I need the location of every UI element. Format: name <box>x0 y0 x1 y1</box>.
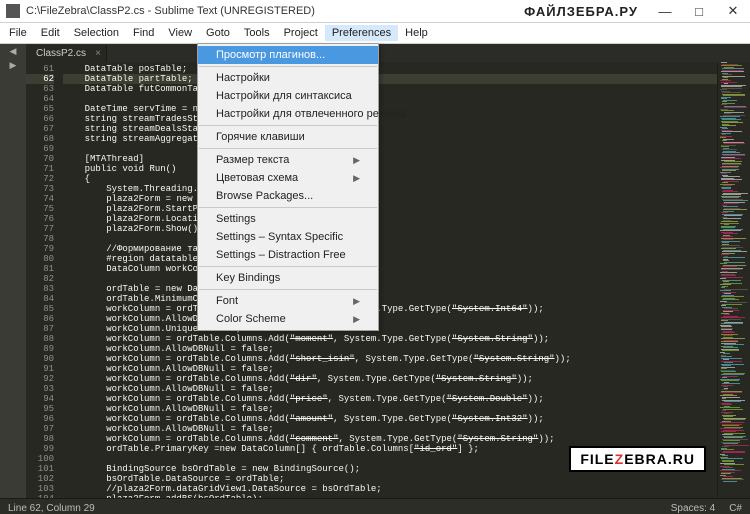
menu-goto[interactable]: Goto <box>199 25 237 41</box>
maximize-button[interactable]: □ <box>682 0 716 22</box>
dropdown-item[interactable]: Размер текста▶ <box>198 151 378 169</box>
dropdown-item[interactable]: Settings <box>198 210 378 228</box>
code-editor[interactable]: DataTable posTable; DataTable partTable;… <box>59 62 717 498</box>
menu-separator <box>199 125 377 126</box>
title-bar: C:\FileZebra\ClassP2.cs - Sublime Text (… <box>0 0 750 23</box>
dropdown-item[interactable]: Color Scheme▶ <box>198 310 378 328</box>
submenu-arrow-icon: ▶ <box>353 314 360 325</box>
window-controls: — □ ✕ <box>648 0 750 22</box>
file-tab[interactable]: ClassP2.cs × <box>26 45 107 62</box>
dropdown-item[interactable]: Просмотр плагинов... <box>198 46 378 64</box>
menu-project[interactable]: Project <box>277 25 325 41</box>
menu-separator <box>199 207 377 208</box>
menu-separator <box>199 66 377 67</box>
dropdown-item[interactable]: Цветовая схема▶ <box>198 169 378 187</box>
side-buttons: ◀ ▶ <box>0 44 26 498</box>
minimap[interactable] <box>717 62 750 498</box>
menu-preferences[interactable]: Preferences <box>325 25 398 41</box>
dropdown-item[interactable]: Font▶ <box>198 292 378 310</box>
menu-bar: FileEditSelectionFindViewGotoToolsProjec… <box>0 23 750 44</box>
dropdown-item[interactable]: Settings – Distraction Free <box>198 246 378 264</box>
dropdown-item[interactable]: Настройки <box>198 69 378 87</box>
indent-setting[interactable]: Spaces: 4 <box>671 503 715 514</box>
menu-file[interactable]: File <box>2 25 34 41</box>
menu-separator <box>199 289 377 290</box>
menu-separator <box>199 148 377 149</box>
menu-view[interactable]: View <box>161 25 199 41</box>
menu-selection[interactable]: Selection <box>67 25 126 41</box>
menu-tools[interactable]: Tools <box>237 25 277 41</box>
app-icon <box>6 4 20 18</box>
dropdown-item[interactable]: Settings – Syntax Specific <box>198 228 378 246</box>
cursor-position[interactable]: Line 62, Column 29 <box>8 503 95 514</box>
menu-find[interactable]: Find <box>126 25 161 41</box>
syntax-setting[interactable]: C# <box>729 503 742 514</box>
status-bar: Line 62, Column 29 Spaces: 4 C# <box>0 498 750 514</box>
submenu-arrow-icon: ▶ <box>353 155 360 166</box>
tab-bar: ClassP2.cs × <box>26 44 750 62</box>
window-title: C:\FileZebra\ClassP2.cs - Sublime Text (… <box>26 5 524 17</box>
dropdown-item[interactable]: Настройки для синтаксиса <box>198 87 378 105</box>
dropdown-item[interactable]: Настройки для отвлеченного режима <box>198 105 378 123</box>
line-number-gutter: 6162636465666768697071727374757677787980… <box>26 62 59 498</box>
dropdown-item[interactable]: Key Bindings <box>198 269 378 287</box>
close-button[interactable]: ✕ <box>716 0 750 22</box>
preferences-dropdown: Просмотр плагинов...НастройкиНастройки д… <box>197 43 379 331</box>
tab-label: ClassP2.cs <box>36 48 86 59</box>
nav-back-icon[interactable]: ◀ <box>0 44 26 58</box>
menu-edit[interactable]: Edit <box>34 25 67 41</box>
submenu-arrow-icon: ▶ <box>353 173 360 184</box>
nav-forward-icon[interactable]: ▶ <box>0 58 26 72</box>
tab-close-icon[interactable]: × <box>95 48 101 59</box>
menu-separator <box>199 266 377 267</box>
menu-help[interactable]: Help <box>398 25 435 41</box>
watermark-logo-top: ФАЙЛЗЕБРА.РУ <box>524 4 638 19</box>
minimize-button[interactable]: — <box>648 0 682 22</box>
submenu-arrow-icon: ▶ <box>353 296 360 307</box>
dropdown-item[interactable]: Browse Packages... <box>198 187 378 205</box>
watermark-logo-bottom: FILEZEBRA.RU <box>569 446 706 472</box>
dropdown-item[interactable]: Горячие клавиши <box>198 128 378 146</box>
